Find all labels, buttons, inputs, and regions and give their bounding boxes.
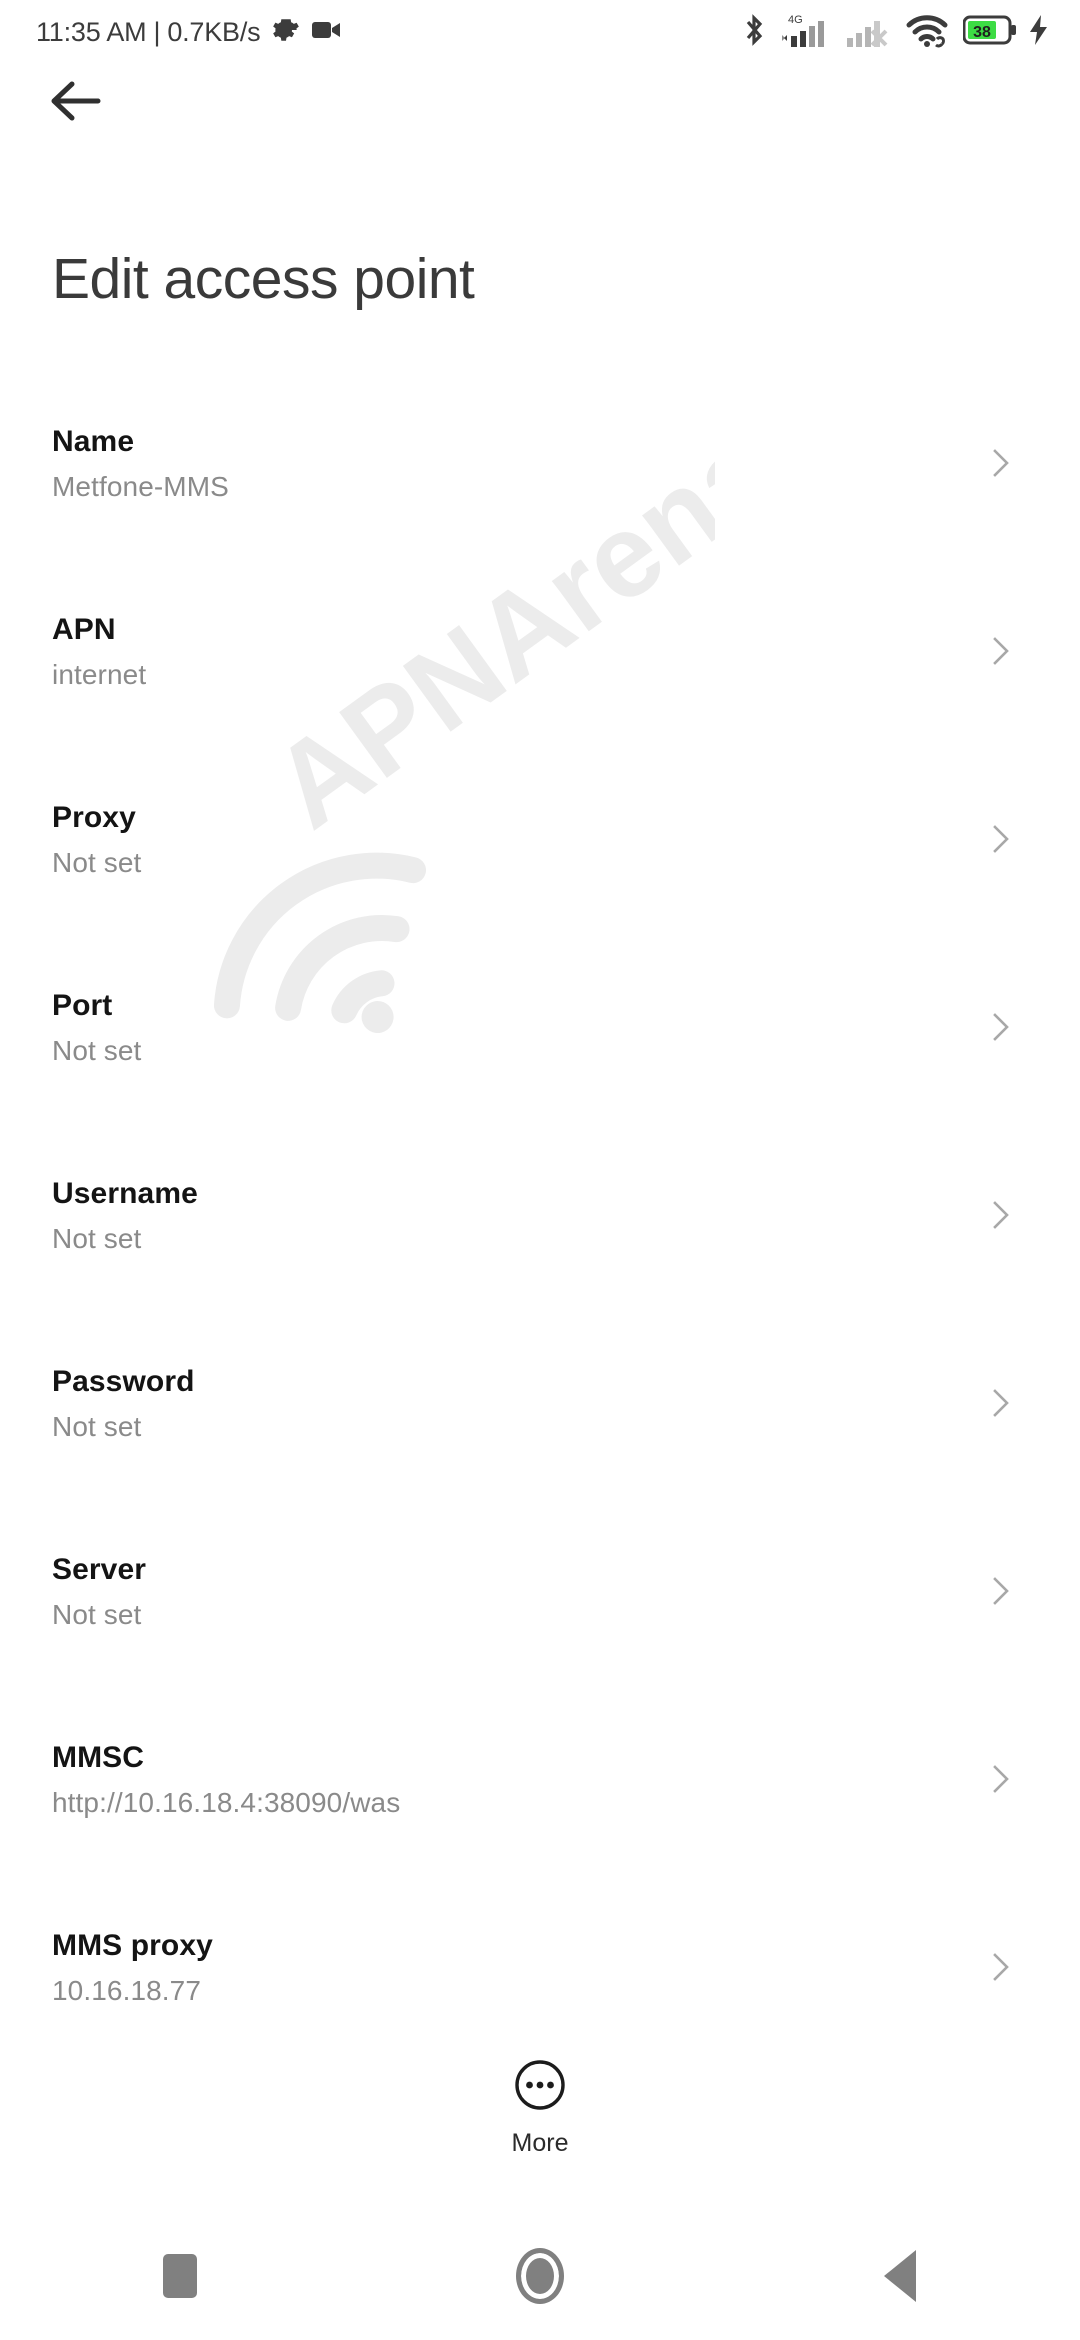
chevron-right-icon	[984, 634, 1018, 668]
row-label: Password	[52, 1365, 195, 1398]
gear-icon	[272, 16, 300, 49]
row-label: Proxy	[52, 801, 136, 834]
camcorder-icon	[312, 19, 342, 46]
chevron-right-icon	[984, 1198, 1018, 1232]
row-label: Server	[52, 1553, 147, 1586]
row-value: http://10.16.18.4:38090/was	[52, 1787, 401, 1818]
chevron-right-icon	[984, 1950, 1018, 1984]
row-label: APN	[52, 613, 116, 646]
row-value: internet	[52, 659, 147, 690]
table-row[interactable]: Port Not set	[0, 968, 1080, 1156]
apn-settings-list: Name Metfone-MMS APN internet Proxy Not …	[0, 404, 1080, 2096]
table-row[interactable]: APN internet	[0, 592, 1080, 780]
table-row[interactable]: Proxy Not set	[0, 780, 1080, 968]
row-label: Port	[52, 989, 113, 1022]
chevron-right-icon	[984, 1386, 1018, 1420]
more-button[interactable]: More	[0, 2056, 1080, 2158]
battery-icon: 38	[962, 15, 1017, 50]
circle-home-icon	[516, 2248, 564, 2304]
row-value: Not set	[52, 1411, 142, 1442]
battery-percent-text: 38	[973, 24, 991, 41]
signal-sim2-off-icon	[845, 11, 895, 54]
row-value: Metfone-MMS	[52, 471, 229, 502]
row-label: Name	[52, 425, 135, 458]
row-label: MMSC	[52, 1741, 145, 1774]
chevron-right-icon	[984, 1010, 1018, 1044]
android-nav-bar	[0, 2212, 1080, 2340]
row-value: Not set	[52, 1223, 142, 1254]
more-button-label: More	[511, 2129, 569, 2157]
status-bar-right: 4G 38	[741, 11, 1050, 54]
nav-back-button[interactable]	[810, 2212, 990, 2340]
row-value: Not set	[52, 1599, 142, 1630]
row-value: 10.16.18.77	[52, 1975, 202, 2006]
row-label: Username	[52, 1177, 198, 1210]
table-row[interactable]: Password Not set	[0, 1344, 1080, 1532]
page-title: Edit access point	[52, 247, 475, 311]
triangle-back-icon	[884, 2250, 916, 2302]
arrow-left-icon	[48, 78, 104, 129]
wifi-link-icon	[906, 11, 952, 54]
nav-recents-button[interactable]	[90, 2212, 270, 2340]
chevron-right-icon	[984, 1574, 1018, 1608]
square-recents-icon	[163, 2254, 197, 2298]
status-bar-time-and-speed: 11:35 AM | 0.7KB/s	[36, 16, 261, 48]
row-value: Not set	[52, 847, 142, 878]
row-label: MMS proxy	[52, 1929, 213, 1962]
chevron-right-icon	[984, 822, 1018, 856]
row-value: Not set	[52, 1035, 142, 1066]
table-row[interactable]: Name Metfone-MMS	[0, 404, 1080, 592]
status-bar-time: 11:35 AM	[36, 16, 147, 47]
nav-home-button[interactable]	[450, 2212, 630, 2340]
table-row[interactable]: Username Not set	[0, 1156, 1080, 1344]
bluetooth-icon	[741, 12, 767, 53]
status-bar-left: 11:35 AM | 0.7KB/s	[36, 16, 342, 49]
svg-text:4G: 4G	[788, 14, 803, 26]
status-bar: 11:35 AM | 0.7KB/s 4G 38	[0, 0, 1080, 64]
chevron-right-icon	[984, 1762, 1018, 1796]
status-bar-separator: |	[153, 16, 161, 47]
table-row[interactable]: Server Not set	[0, 1532, 1080, 1720]
back-button[interactable]	[36, 74, 116, 132]
chevron-right-icon	[984, 446, 1018, 480]
signal-4g-icon: 4G	[778, 11, 834, 54]
charging-bolt-icon	[1028, 13, 1050, 52]
more-dots-circle-icon	[511, 2056, 569, 2119]
table-row[interactable]: MMSC http://10.16.18.4:38090/was	[0, 1720, 1080, 1908]
status-bar-network-speed: 0.7KB/s	[167, 16, 261, 47]
